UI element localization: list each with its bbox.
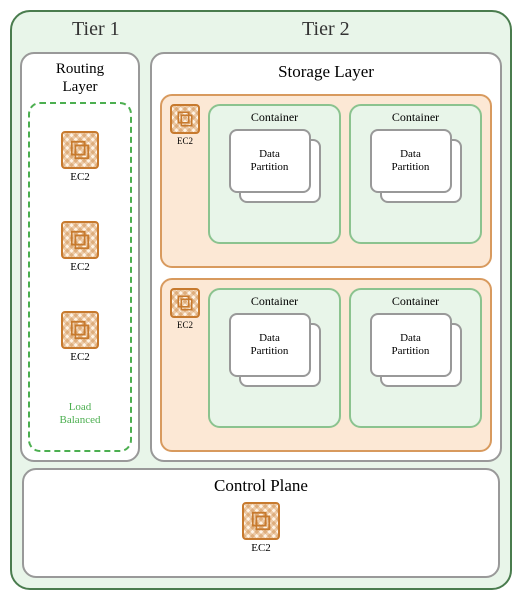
partition-card-front: DataPartition <box>229 313 311 377</box>
control-plane-box: Control Plane EC2 <box>22 468 500 578</box>
control-plane-ec2-instance: EC2 <box>242 502 280 554</box>
container-title: Container <box>251 110 298 125</box>
container-box: Container DataPartition <box>208 104 341 244</box>
partition-line1: Data <box>400 332 421 344</box>
architecture-diagram: Tier 1 Tier 2 Routing Layer EC2 <box>10 10 512 590</box>
routing-layer-box: Routing Layer EC2 EC2 <box>20 52 140 462</box>
ec2-icon <box>61 131 99 169</box>
storage-host: EC2 Container DataPartition Container <box>160 278 492 452</box>
routing-ec2-instance: EC2 <box>61 311 99 363</box>
control-plane-title: Control Plane <box>214 476 308 496</box>
partition-card-front: DataPartition <box>370 313 452 377</box>
ec2-label: EC2 <box>251 542 271 554</box>
tier2-label: Tier 2 <box>302 18 350 41</box>
ec2-label: EC2 <box>70 351 90 363</box>
load-balanced-label: Load Balanced <box>60 401 101 427</box>
container-box: Container DataPartition <box>208 288 341 428</box>
ec2-icon <box>61 221 99 259</box>
routing-title-line2: Layer <box>63 79 98 95</box>
partition-card-front: DataPartition <box>370 129 452 193</box>
ec2-icon <box>242 502 280 540</box>
partition-line1: Data <box>400 148 421 160</box>
ec2-icon <box>170 104 200 134</box>
main-columns: Routing Layer EC2 EC2 <box>20 52 502 462</box>
routing-title-line1: Routing <box>56 61 104 77</box>
ec2-icon <box>61 311 99 349</box>
ec2-label: EC2 <box>177 320 193 330</box>
storage-layer-box: Storage Layer EC2 Container DataPartitio… <box>150 52 502 462</box>
tier1-label: Tier 1 <box>72 18 120 41</box>
partition-line1: Data <box>259 148 280 160</box>
partition-line2: Partition <box>251 345 289 357</box>
load-balanced-group: EC2 EC2 EC2 Load Balanced <box>28 102 132 452</box>
host-ec2-instance: EC2 <box>170 288 200 330</box>
partition-line1: Data <box>259 332 280 344</box>
partition-card-front: DataPartition <box>229 129 311 193</box>
container-title: Container <box>392 110 439 125</box>
ec2-label: EC2 <box>70 171 90 183</box>
storage-host: EC2 Container DataPartition Container <box>160 94 492 268</box>
partition-stack: DataPartition <box>370 313 462 393</box>
container-title: Container <box>392 294 439 309</box>
container-title: Container <box>251 294 298 309</box>
lb-line1: Load <box>69 401 92 413</box>
partition-stack: DataPartition <box>229 313 321 393</box>
ec2-label: EC2 <box>70 261 90 273</box>
partition-line2: Partition <box>392 345 430 357</box>
partition-stack: DataPartition <box>370 129 462 209</box>
routing-title: Routing Layer <box>28 60 132 96</box>
partition-line2: Partition <box>392 161 430 173</box>
container-box: Container DataPartition <box>349 104 482 244</box>
storage-title: Storage Layer <box>160 62 492 82</box>
host-ec2-instance: EC2 <box>170 104 200 146</box>
lb-line2: Balanced <box>60 414 101 426</box>
routing-ec2-instance: EC2 <box>61 131 99 183</box>
ec2-label: EC2 <box>177 136 193 146</box>
partition-stack: DataPartition <box>229 129 321 209</box>
container-box: Container DataPartition <box>349 288 482 428</box>
partition-line2: Partition <box>251 161 289 173</box>
routing-ec2-instance: EC2 <box>61 221 99 273</box>
ec2-icon <box>170 288 200 318</box>
